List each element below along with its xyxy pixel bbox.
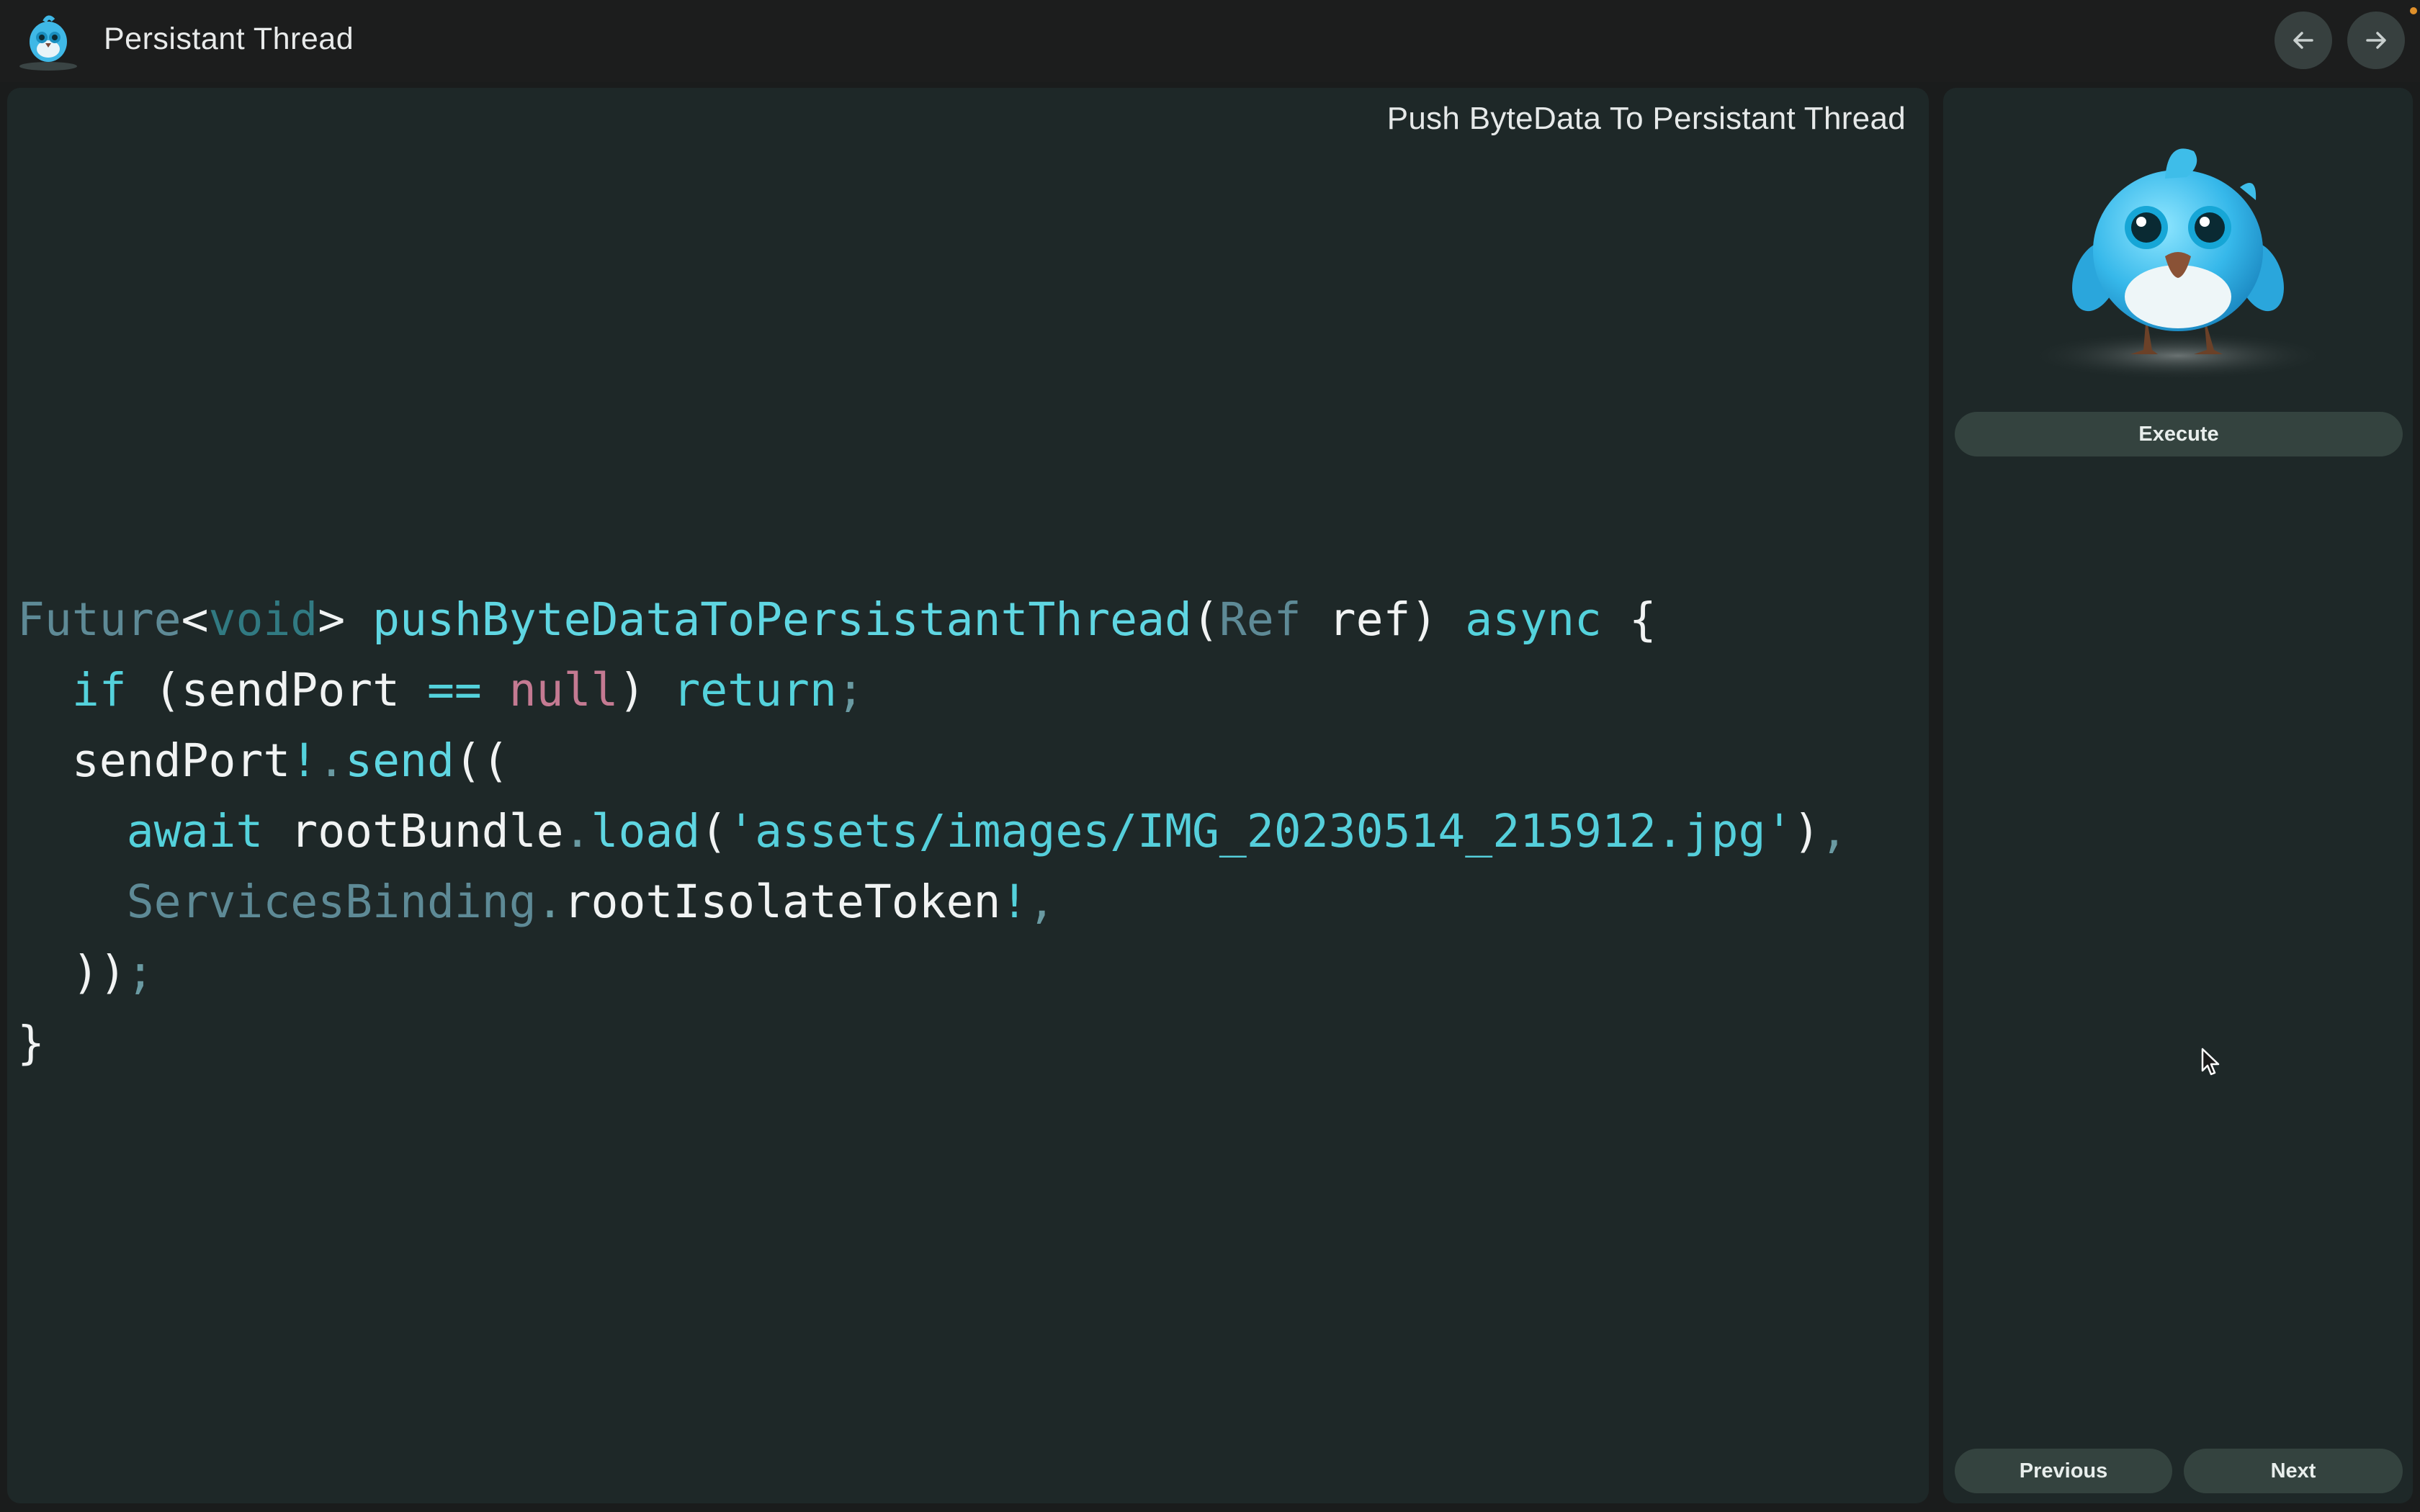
code-token: await — [126, 805, 264, 858]
previous-button[interactable]: Previous — [1955, 1449, 2172, 1493]
code-token: Ref — [1219, 593, 1301, 646]
code-token: > — [318, 593, 373, 646]
code-token: send — [345, 734, 454, 787]
bird-mascot-icon — [19, 15, 77, 71]
arrow-left-icon — [2293, 32, 2313, 49]
code-token: ! — [290, 734, 318, 787]
code-token: sendPort — [17, 734, 291, 787]
code-line: await rootBundle.load('assets/images/IMG… — [17, 796, 1848, 867]
code-token: ( — [1191, 593, 1219, 646]
code-token: ) — [1793, 805, 1821, 858]
code-token: rootIsolateToken — [563, 876, 1001, 928]
code-line: ServicesBinding.rootIsolateToken!, — [17, 867, 1847, 937]
code-token: 'assets/images/IMG_20230514_215912.jpg' — [727, 805, 1793, 858]
execute-button[interactable]: Execute — [1955, 412, 2403, 456]
code-token: ( — [700, 805, 728, 858]
code-token: Future — [17, 593, 182, 646]
code-token: . — [563, 805, 591, 858]
code-token: ; — [836, 664, 864, 716]
code-token: . — [318, 734, 346, 787]
code-token: pushByteDataToPersistantThread — [372, 593, 1192, 646]
forward-button[interactable] — [2347, 12, 2405, 69]
code-token: (( — [454, 734, 509, 787]
code-token: (sendPort — [126, 664, 427, 716]
bird-mascot-icon — [2027, 148, 2329, 380]
code-token: ref) — [1301, 593, 1466, 646]
code-token: rootBundle — [263, 805, 564, 858]
code-panel: Push ByteData To Persistant Thread Futur… — [7, 88, 1929, 1503]
code-token: ; — [126, 946, 154, 999]
panel-title: Push ByteData To Persistant Thread — [1386, 101, 1906, 136]
back-button[interactable] — [2275, 12, 2332, 69]
arrow-right-icon — [2366, 32, 2386, 49]
code-line: sendPort!.send(( — [17, 726, 1847, 796]
code-token: )) — [17, 946, 127, 999]
code-line: )); — [17, 937, 1847, 1008]
mouse-cursor-icon — [2201, 1048, 2220, 1076]
code-block: Future<void> pushByteDataToPersistantThr… — [17, 585, 1847, 1079]
notification-dot — [2410, 7, 2417, 14]
code-token: == — [426, 664, 482, 716]
window-title: Persistant Thread — [104, 22, 354, 56]
code-token: if — [71, 664, 127, 716]
side-panel: Execute Previous Next — [1943, 88, 2413, 1503]
code-token: null — [508, 664, 619, 716]
code-token: async — [1465, 593, 1602, 646]
code-line: Future<void> pushByteDataToPersistantThr… — [17, 585, 1847, 655]
code-token: , — [1028, 876, 1056, 928]
next-button[interactable]: Next — [2184, 1449, 2403, 1493]
code-token: < — [181, 593, 209, 646]
code-token: ServicesBinding — [126, 876, 537, 928]
code-token: void — [208, 593, 318, 646]
code-line: } — [17, 1008, 1847, 1079]
app-window: Persistant Thread Push ByteData To Persi… — [0, 0, 2420, 1512]
code-token: } — [17, 1017, 45, 1069]
title-bar: Persistant Thread — [0, 0, 2420, 82]
code-token: ) — [618, 664, 673, 716]
code-token: ! — [1000, 876, 1028, 928]
code-line: if (sendPort == null) return; — [17, 655, 1847, 726]
code-token: { — [1601, 593, 1657, 646]
code-token: , — [1820, 805, 1848, 858]
code-token: return — [673, 664, 837, 716]
code-token: load — [591, 805, 701, 858]
code-token: . — [536, 876, 564, 928]
